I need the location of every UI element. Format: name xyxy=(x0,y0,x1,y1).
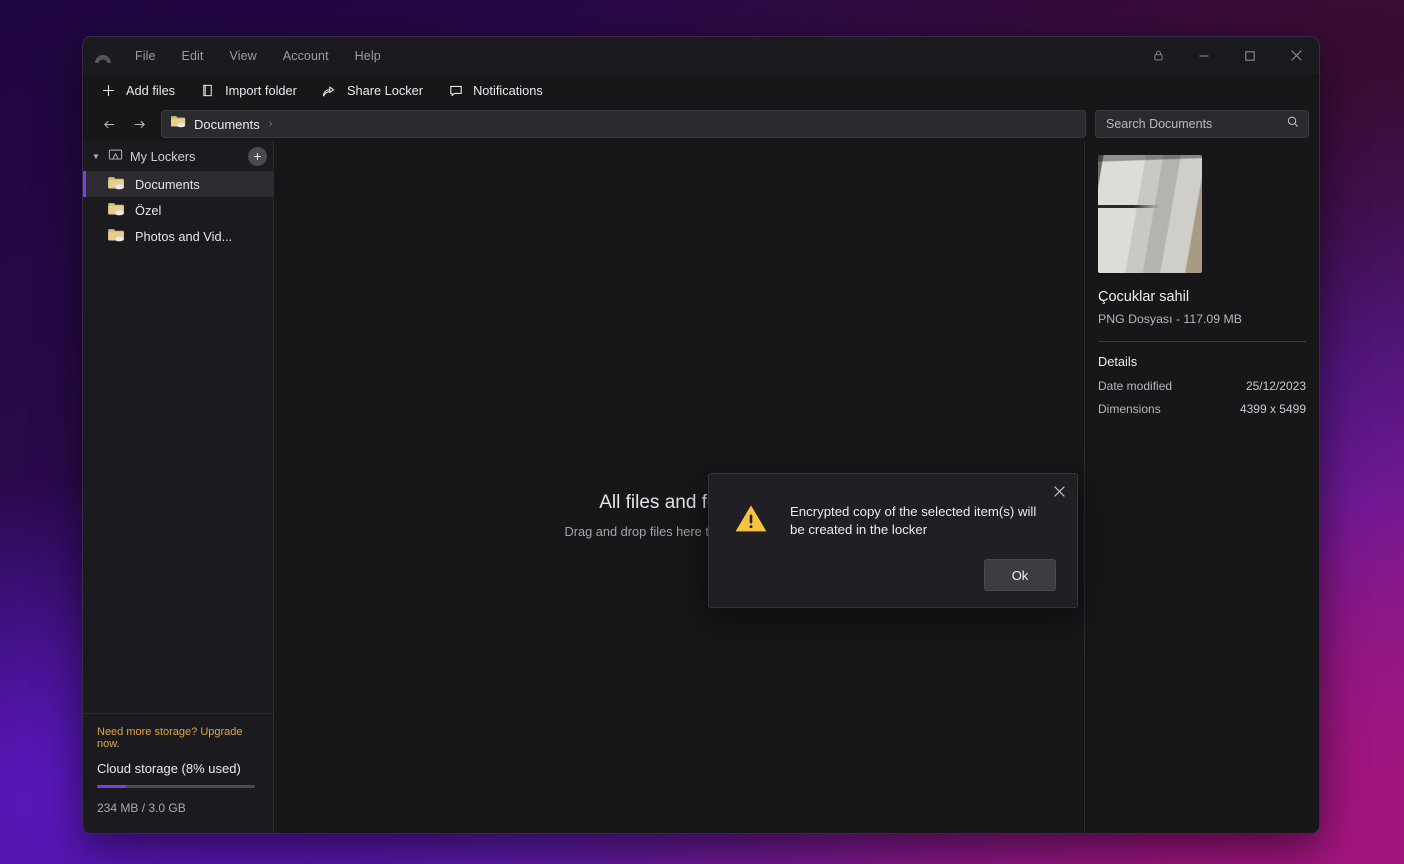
menu-item-help[interactable]: Help xyxy=(342,44,394,68)
desktop-background: File Edit View Account Help Add files Im… xyxy=(0,0,1404,864)
lock-icon[interactable] xyxy=(1135,37,1181,74)
back-arrow-icon[interactable] xyxy=(95,111,123,137)
maximize-icon[interactable] xyxy=(1227,37,1273,74)
sidebar-item-ozel[interactable]: Özel xyxy=(83,197,273,223)
share-icon xyxy=(321,82,338,99)
sidebar-item-documents[interactable]: Documents xyxy=(83,171,273,197)
import-folder-button[interactable]: Import folder xyxy=(192,78,308,103)
storage-progress-fill xyxy=(97,785,127,788)
lockers-tree: Documents Özel Photos and Vid... xyxy=(83,171,273,713)
notification-icon xyxy=(447,82,464,99)
search-box[interactable] xyxy=(1095,110,1309,138)
menu-bar: File Edit View Account Help xyxy=(122,44,394,68)
forward-arrow-icon[interactable] xyxy=(125,111,153,137)
detail-row-dimensions: Dimensions 4399 x 5499 xyxy=(1098,402,1306,416)
application-window: File Edit View Account Help Add files Im… xyxy=(82,36,1320,834)
address-bar: Documents › xyxy=(83,107,1319,141)
import-folder-icon xyxy=(199,82,216,99)
my-lockers-label: My Lockers xyxy=(130,148,196,164)
add-locker-button[interactable]: + xyxy=(248,146,267,166)
main-toolbar: Add files Import folder Share Locker Not… xyxy=(83,74,1319,107)
encryption-dialog: Encrypted copy of the selected item(s) w… xyxy=(708,473,1078,608)
file-thumbnail xyxy=(1098,155,1202,273)
add-files-button[interactable]: Add files xyxy=(93,78,186,103)
my-lockers-header[interactable]: ▼ My Lockers + xyxy=(83,141,273,171)
upgrade-storage-link[interactable]: Need more storage? Upgrade now. xyxy=(97,726,259,750)
detail-value: 4399 x 5499 xyxy=(1239,402,1306,416)
sidebar: ▼ My Lockers + Documents Özel Photos and… xyxy=(83,141,274,833)
sidebar-item-photos-and-videos[interactable]: Photos and Vid... xyxy=(83,223,273,249)
detail-value: 25/12/2023 xyxy=(1245,379,1306,393)
lockers-icon xyxy=(108,148,123,164)
notifications-button[interactable]: Notifications xyxy=(440,78,554,103)
details-panel: Çocuklar sahil PNG Dosyası - 117.09 MB D… xyxy=(1084,141,1319,833)
storage-usage-text: 234 MB / 3.0 GB xyxy=(97,801,186,815)
breadcrumb-separator: › xyxy=(268,118,273,130)
sidebar-item-label: Özel xyxy=(135,202,162,218)
file-meta: PNG Dosyası - 117.09 MB xyxy=(1098,312,1242,326)
share-locker-label: Share Locker xyxy=(346,83,424,98)
share-locker-button[interactable]: Share Locker xyxy=(314,78,434,103)
file-area[interactable]: All files and folders Drag and drop file… xyxy=(274,141,1084,833)
detail-label: Date modified xyxy=(1098,379,1173,393)
warning-triangle-icon xyxy=(734,503,768,537)
dialog-close-icon[interactable] xyxy=(1045,478,1073,504)
folder-cloud-icon xyxy=(107,175,126,194)
folder-cloud-icon xyxy=(107,227,126,246)
menu-item-edit[interactable]: Edit xyxy=(169,44,217,68)
window-body: ▼ My Lockers + Documents Özel Photos and… xyxy=(83,141,1319,833)
title-bar: File Edit View Account Help xyxy=(83,37,1319,74)
dialog-body: Encrypted copy of the selected item(s) w… xyxy=(709,474,1077,539)
sidebar-item-label: Photos and Vid... xyxy=(135,228,233,244)
dialog-message: Encrypted copy of the selected item(s) w… xyxy=(790,504,1037,537)
search-input[interactable] xyxy=(1104,116,1258,132)
folder-cloud-icon xyxy=(107,201,126,220)
import-folder-label: Import folder xyxy=(225,83,297,98)
add-files-label: Add files xyxy=(126,83,176,98)
detail-label: Dimensions xyxy=(1098,402,1161,416)
folder-cloud-icon xyxy=(170,114,187,134)
chevron-down-icon[interactable]: ▼ xyxy=(91,152,101,161)
detail-row-date-modified: Date modified 25/12/2023 xyxy=(1098,379,1306,393)
close-icon[interactable] xyxy=(1273,37,1319,74)
dialog-ok-button[interactable]: Ok xyxy=(984,559,1056,591)
details-heading: Details xyxy=(1098,354,1138,369)
sidebar-item-label: Documents xyxy=(135,176,200,192)
window-controls xyxy=(1135,37,1319,74)
notifications-label: Notifications xyxy=(473,83,543,98)
breadcrumb[interactable]: Documents › xyxy=(161,110,1086,138)
menu-item-account[interactable]: Account xyxy=(270,44,342,68)
menu-item-view[interactable]: View xyxy=(217,44,270,68)
app-logo-icon xyxy=(88,41,118,71)
plus-icon xyxy=(100,82,117,99)
breadcrumb-label: Documents xyxy=(194,116,260,132)
storage-section: Need more storage? Upgrade now. Cloud st… xyxy=(83,713,273,833)
minimize-icon[interactable] xyxy=(1181,37,1227,74)
file-name: Çocuklar sahil xyxy=(1098,289,1190,305)
cloud-storage-label: Cloud storage (8% used) xyxy=(97,761,241,776)
modal-overlay: Encrypted copy of the selected item(s) w… xyxy=(274,141,1084,833)
search-icon[interactable] xyxy=(1286,115,1300,134)
menu-item-file[interactable]: File xyxy=(122,44,169,68)
storage-progress-bar xyxy=(97,785,255,788)
details-divider xyxy=(1098,341,1306,342)
